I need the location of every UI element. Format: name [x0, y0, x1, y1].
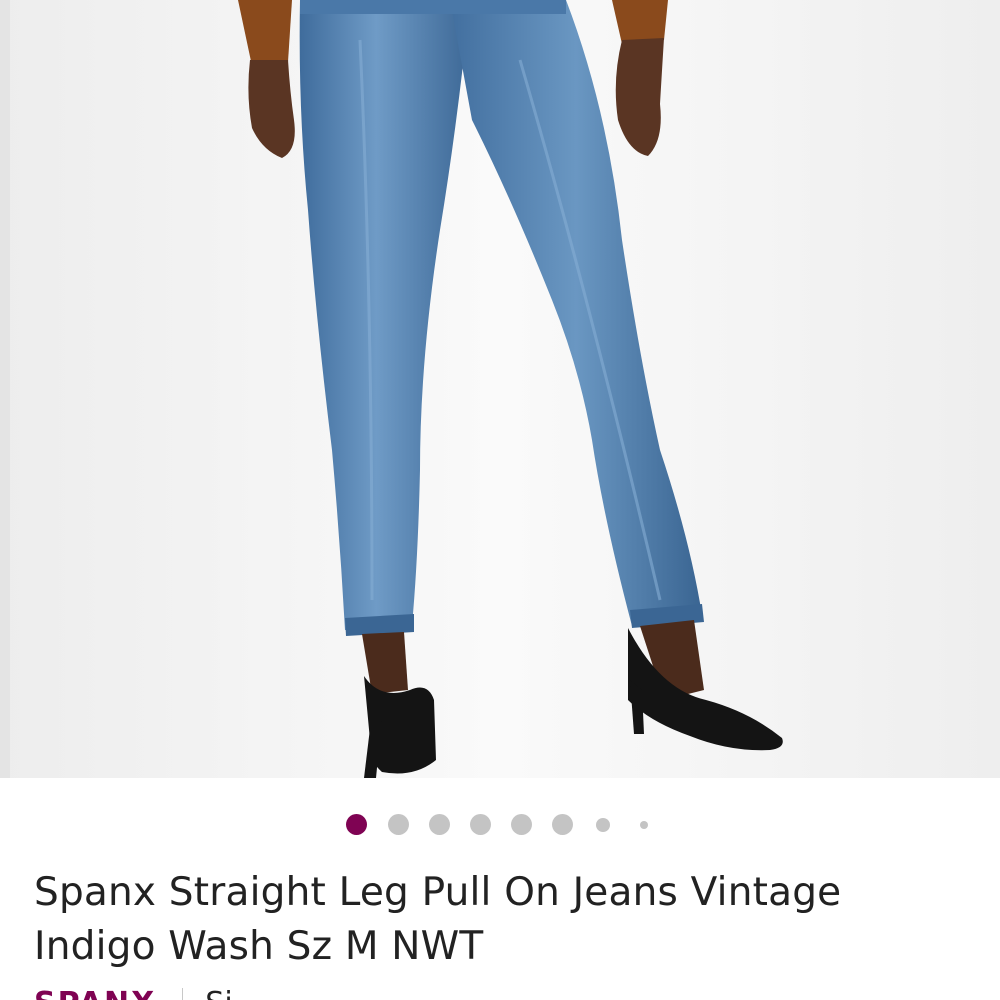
brand-link[interactable]: SPANX — [34, 984, 156, 1000]
carousel-dot[interactable] — [511, 814, 532, 835]
divider — [182, 988, 184, 1000]
carousel-dot[interactable] — [470, 814, 491, 835]
size-label: Si — [205, 984, 232, 1000]
carousel-dot-active[interactable] — [346, 814, 367, 835]
carousel-dot[interactable] — [388, 814, 409, 835]
listing-title: Spanx Straight Leg Pull On Jeans Vintage… — [34, 870, 842, 969]
carousel-dot[interactable] — [552, 814, 573, 835]
product-photo[interactable] — [0, 0, 1000, 778]
carousel-dot-tiny[interactable] — [640, 821, 648, 829]
listing-page: Spanx Straight Leg Pull On Jeans Vintage… — [0, 0, 1000, 1000]
carousel-indicator[interactable] — [0, 812, 1000, 838]
carousel-dot[interactable] — [429, 814, 450, 835]
brand-size-row: SPANX Si — [34, 984, 233, 1000]
carousel-dot-small[interactable] — [596, 818, 610, 832]
